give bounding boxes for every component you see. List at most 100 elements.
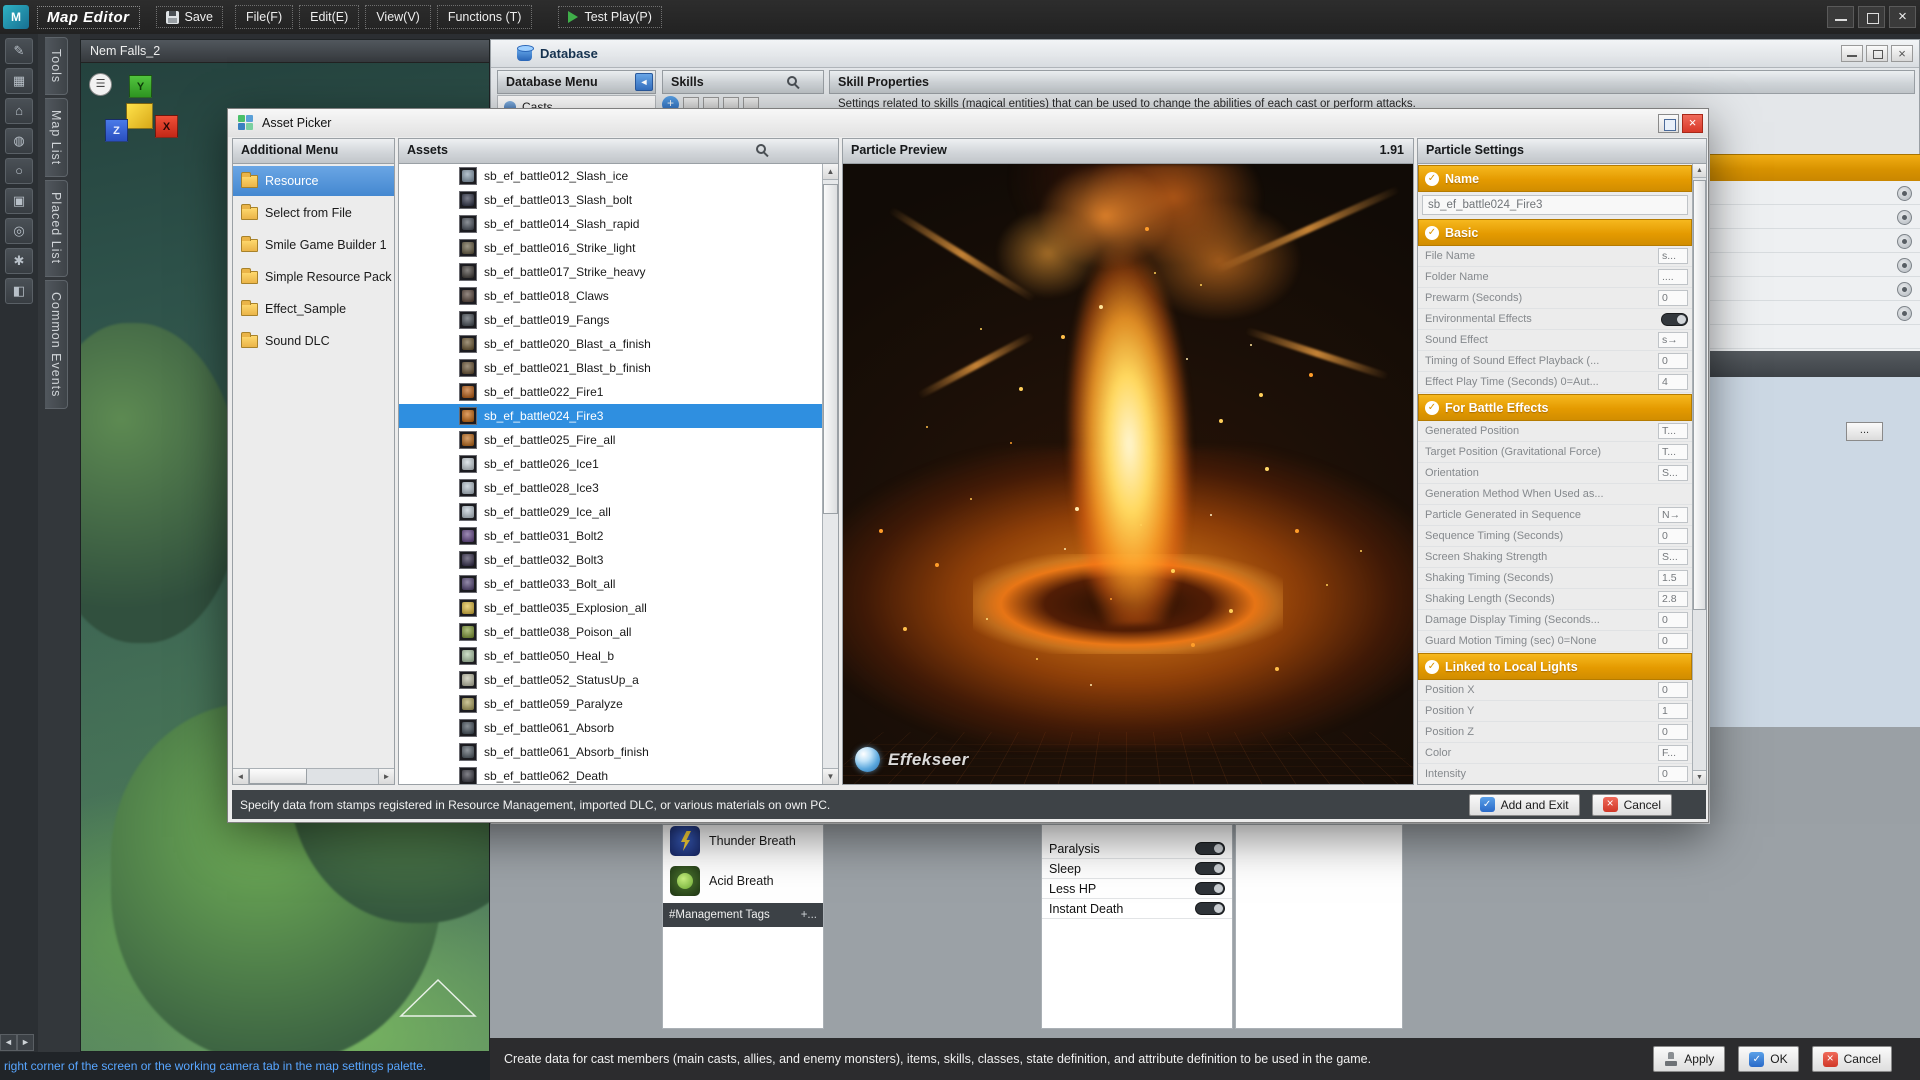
settings-tool-icon[interactable]: ✱ (5, 248, 33, 274)
menu-item-simple-resource-pack[interactable]: Simple Resource Pack (233, 262, 394, 292)
setting-value-field[interactable]: 0 (1658, 612, 1688, 628)
apply-button[interactable]: Apply (1653, 1046, 1725, 1072)
axis-cube-y[interactable]: Y (129, 75, 152, 98)
side-tab-map-list[interactable]: Map List (45, 98, 68, 177)
dialog-close-button[interactable] (1682, 114, 1703, 133)
asset-list-item[interactable]: sb_ef_battle062_Death (399, 764, 822, 784)
asset-list-item[interactable]: sb_ef_battle012_Slash_ice (399, 164, 822, 188)
terrain-tool-icon[interactable]: ◍ (5, 128, 33, 154)
asset-list-item[interactable]: sb_ef_battle061_Absorb_finish (399, 740, 822, 764)
setting-value-field[interactable]: s→ (1658, 332, 1688, 348)
setting-value-field[interactable]: 0 (1658, 290, 1688, 306)
asset-list-item[interactable]: sb_ef_battle013_Slash_bolt (399, 188, 822, 212)
window-minimize-button[interactable] (1827, 6, 1854, 28)
scroll-down-button[interactable] (1693, 770, 1706, 784)
setting-value-field[interactable]: 1.5 (1658, 570, 1688, 586)
menu-item[interactable]: Edit(E) (299, 5, 359, 29)
asset-list-item[interactable]: sb_ef_battle014_Slash_rapid (399, 212, 822, 236)
setting-value-field[interactable]: 0 (1658, 353, 1688, 369)
setting-value-field[interactable]: N→ (1658, 507, 1688, 523)
section-header-basic[interactable]: Basic (1418, 219, 1692, 246)
search-tool-icon[interactable]: ◎ (5, 218, 33, 244)
cancel-button[interactable]: Cancel (1812, 1046, 1892, 1072)
event-tool-icon[interactable]: ○ (5, 158, 33, 184)
axis-cube-x[interactable]: X (155, 115, 178, 138)
setting-value-field[interactable]: 0 (1658, 528, 1688, 544)
asset-list-item[interactable]: sb_ef_battle024_Fire3 (399, 404, 822, 428)
asset-list-item[interactable]: sb_ef_battle033_Bolt_all (399, 572, 822, 596)
setting-toggle[interactable] (1661, 313, 1688, 326)
asset-list-item[interactable]: sb_ef_battle028_Ice3 (399, 476, 822, 500)
ok-button[interactable]: OK (1738, 1046, 1798, 1072)
state-row[interactable]: Less HP (1042, 879, 1232, 899)
setting-value-field[interactable]: 1 (1658, 703, 1688, 719)
asset-list-item[interactable]: sb_ef_battle019_Fangs (399, 308, 822, 332)
more-button[interactable]: ... (1846, 422, 1883, 441)
window-close-button[interactable] (1889, 6, 1916, 28)
section-header-battle-effects[interactable]: For Battle Effects (1418, 394, 1692, 421)
assets-search-icon[interactable] (756, 144, 766, 154)
dialog-restore-button[interactable] (1658, 114, 1679, 133)
monitor-tool-icon[interactable]: ▣ (5, 188, 33, 214)
scroll-up-button[interactable] (823, 164, 838, 180)
dialog-cancel-button[interactable]: Cancel (1592, 794, 1672, 816)
stamp-tool-icon[interactable]: ✎ (5, 38, 33, 64)
menu-item[interactable]: Functions (T) (437, 5, 533, 29)
save-button[interactable]: Save (156, 6, 224, 28)
asset-list-item[interactable]: sb_ef_battle016_Strike_light (399, 236, 822, 260)
side-tab-tools[interactable]: Tools (45, 37, 68, 95)
gizmo-menu-button[interactable]: ☰ (89, 73, 112, 96)
dialog-title-bar[interactable]: Asset Picker (228, 109, 1708, 137)
collapse-panel-button[interactable] (635, 73, 653, 91)
building-tool-icon[interactable]: ⌂ (5, 98, 33, 124)
collapse-knob[interactable] (1897, 234, 1912, 249)
state-row[interactable]: Instant Death (1042, 899, 1232, 919)
section-header-name[interactable]: Name (1418, 165, 1692, 192)
asset-list-item[interactable]: sb_ef_battle022_Fire1 (399, 380, 822, 404)
fire-effect-preview[interactable]: Effekseer (843, 164, 1413, 784)
scroll-left-button[interactable] (233, 769, 249, 784)
side-tab-placed-list[interactable]: Placed List (45, 180, 68, 276)
scroll-thumb[interactable] (1693, 180, 1706, 610)
management-tags-more[interactable]: +... (801, 909, 817, 921)
asset-list-item[interactable]: sb_ef_battle061_Absorb (399, 716, 822, 740)
map-scroll-left-button[interactable]: ◄ (0, 1034, 17, 1051)
setting-value-field[interactable]: 4 (1658, 374, 1688, 390)
collapse-knob[interactable] (1897, 258, 1912, 273)
state-toggle[interactable] (1195, 842, 1225, 855)
asset-list-item[interactable]: sb_ef_battle032_Bolt3 (399, 548, 822, 572)
asset-list-item[interactable]: sb_ef_battle021_Blast_b_finish (399, 356, 822, 380)
asset-list-item[interactable]: sb_ef_battle035_Explosion_all (399, 596, 822, 620)
setting-value-field[interactable]: T... (1658, 423, 1688, 439)
collapse-knob[interactable] (1897, 210, 1912, 225)
menu-item-smile-game-builder-1[interactable]: Smile Game Builder 1 (233, 230, 394, 260)
asset-list-item[interactable]: sb_ef_battle018_Claws (399, 284, 822, 308)
menu-item[interactable]: View(V) (365, 5, 431, 29)
setting-value-field[interactable]: S... (1658, 465, 1688, 481)
window-maximize-button[interactable] (1858, 6, 1885, 28)
menu-item-select-from-file[interactable]: Select from File (233, 198, 394, 228)
setting-value-field[interactable]: .... (1658, 269, 1688, 285)
asset-list-item[interactable]: sb_ef_battle059_Paralyze (399, 692, 822, 716)
side-tab-common-events[interactable]: Common Events (45, 280, 68, 409)
skill-list-item[interactable]: Thunder Breath (663, 824, 823, 861)
menu-item[interactable]: File(F) (235, 5, 293, 29)
search-icon[interactable] (787, 76, 797, 86)
setting-value-field[interactable]: 0 (1658, 633, 1688, 649)
scroll-thumb[interactable] (823, 184, 838, 514)
setting-value-field[interactable]: F... (1658, 745, 1688, 761)
asset-list-item[interactable]: sb_ef_battle031_Bolt2 (399, 524, 822, 548)
name-value-field[interactable]: sb_ef_battle024_Fire3 (1422, 195, 1688, 215)
setting-value-field[interactable]: 2.8 (1658, 591, 1688, 607)
setting-value-field[interactable]: 0 (1658, 766, 1688, 782)
asset-list-item[interactable]: sb_ef_battle038_Poison_all (399, 620, 822, 644)
asset-list-item[interactable]: sb_ef_battle025_Fire_all (399, 428, 822, 452)
setting-value-field[interactable]: 0 (1658, 682, 1688, 698)
scroll-up-button[interactable] (1693, 164, 1706, 178)
asset-list-item[interactable]: sb_ef_battle017_Strike_heavy (399, 260, 822, 284)
menu-item-effect-sample[interactable]: Effect_Sample (233, 294, 394, 324)
asset-list-item[interactable]: sb_ef_battle026_Ice1 (399, 452, 822, 476)
map-tool-icon[interactable]: ▦ (5, 68, 33, 94)
asset-list-item[interactable]: sb_ef_battle050_Heal_b (399, 644, 822, 668)
setting-value-field[interactable]: S... (1658, 549, 1688, 565)
